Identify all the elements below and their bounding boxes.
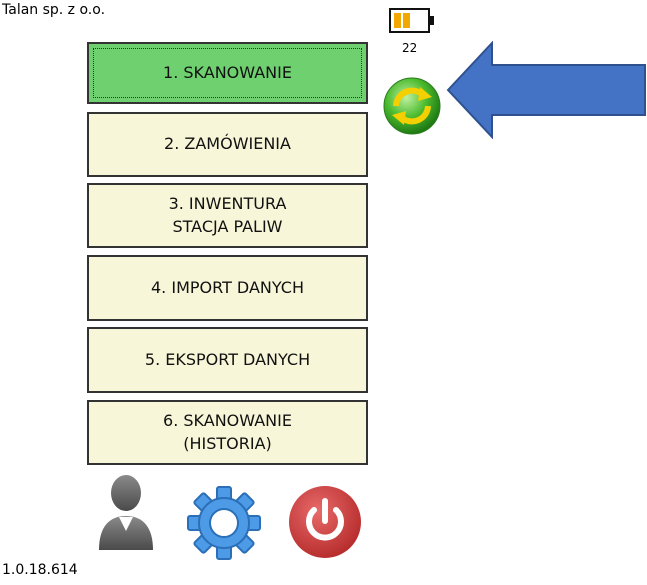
menu-button-zamowienia[interactable]: 2. ZAMÓWIENIA <box>87 112 368 177</box>
menu-button-label: 1. SKANOWANIE <box>163 62 292 82</box>
menu-button-eksport[interactable]: 5. EKSPORT DANYCH <box>87 327 368 393</box>
menu-button-import[interactable]: 4. IMPORT DANYCH <box>87 255 368 321</box>
app-screen: Talan sp. z o.o. 22 1. SKANOWANIE 2. ZAM… <box>0 0 647 585</box>
menu-button-label: 5. EKSPORT DANYCH <box>144 349 311 369</box>
battery-level-cell <box>403 13 410 28</box>
gear-icon[interactable] <box>185 484 263 562</box>
user-icon[interactable] <box>97 473 155 551</box>
pending-count: 22 <box>402 41 418 55</box>
battery-level-cell <box>394 13 401 28</box>
menu-button-label: 3. INWENTURA STACJA PALIW <box>168 194 287 236</box>
battery-icon <box>389 8 434 33</box>
power-icon[interactable] <box>287 484 363 560</box>
menu-button-label: 6. SKANOWANIE (HISTORIA) <box>163 411 292 453</box>
sync-icon[interactable] <box>382 76 442 136</box>
company-name: Talan sp. z o.o. <box>2 2 106 18</box>
menu-button-label: 2. ZAMÓWIENIA <box>164 134 291 154</box>
app-version: 1.0.18.614 <box>2 562 78 578</box>
menu-button-label: 4. IMPORT DANYCH <box>151 277 304 297</box>
menu-button-skanowanie[interactable]: 1. SKANOWANIE <box>87 42 368 104</box>
pointer-arrow <box>446 41 646 139</box>
menu-button-inwentura[interactable]: 3. INWENTURA STACJA PALIW <box>87 183 368 248</box>
menu-button-historia[interactable]: 6. SKANOWANIE (HISTORIA) <box>87 400 368 465</box>
